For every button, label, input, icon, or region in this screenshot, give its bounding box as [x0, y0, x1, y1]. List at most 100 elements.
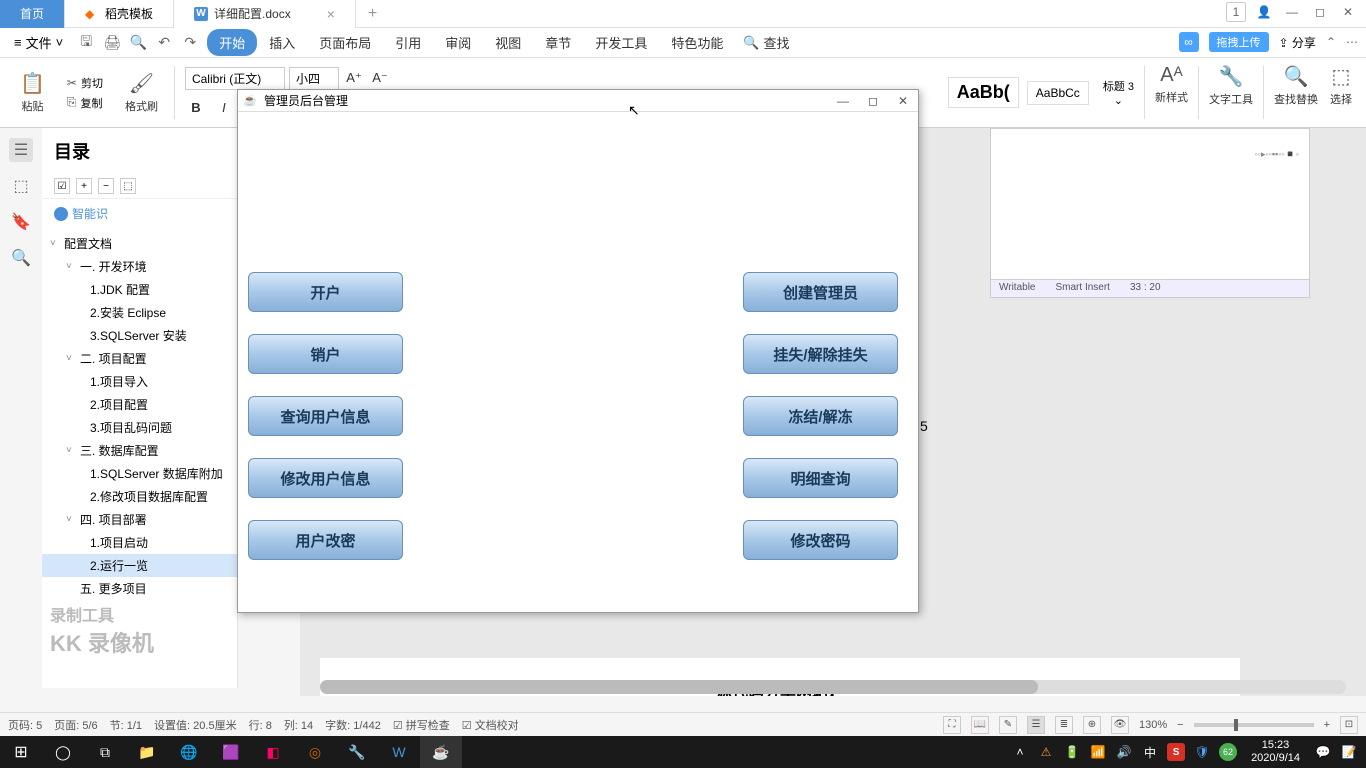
- bold-button[interactable]: B: [185, 96, 207, 118]
- minimize-icon[interactable]: —: [1282, 2, 1302, 22]
- status-section[interactable]: 节: 1/1: [110, 717, 142, 733]
- status-chars[interactable]: 字数: 1/442: [325, 717, 381, 733]
- shrink-font-icon[interactable]: A⁻: [369, 67, 391, 89]
- preview-icon[interactable]: 🔍: [129, 34, 147, 52]
- start-button[interactable]: ⊞: [0, 736, 42, 768]
- menu-chapter[interactable]: 章节: [533, 29, 583, 56]
- modify-user-button[interactable]: 修改用户信息: [248, 458, 403, 498]
- zoom-out-icon[interactable]: −: [1177, 719, 1183, 731]
- status-page[interactable]: 页面: 5/6: [54, 717, 97, 733]
- menu-review[interactable]: 审阅: [433, 29, 483, 56]
- dialog-close-icon[interactable]: ✕: [888, 90, 918, 112]
- menu-search[interactable]: 🔍查找: [735, 33, 797, 52]
- outline-tool-3[interactable]: −: [98, 178, 114, 194]
- zoom-in-icon[interactable]: +: [1324, 719, 1330, 731]
- tree-s2[interactable]: ˅二. 项目配置: [42, 347, 237, 370]
- outline-tool-1[interactable]: ☑: [54, 178, 70, 194]
- share-button[interactable]: ⇪ 分享: [1279, 34, 1316, 51]
- status-page-no[interactable]: 页码: 5: [8, 717, 42, 733]
- style-aabb3[interactable]: AaBb(: [948, 77, 1019, 108]
- app-icon-1[interactable]: 🟪: [210, 736, 252, 768]
- select-button[interactable]: ⬚选择: [1324, 62, 1358, 123]
- eye-icon[interactable]: 👁: [1111, 716, 1129, 734]
- chevron-down-icon[interactable]: ⌄: [1114, 94, 1123, 107]
- tree-s3-2[interactable]: 2.修改项目数据库配置: [42, 485, 237, 508]
- dialog-minimize-icon[interactable]: —: [828, 90, 858, 112]
- text-tools-button[interactable]: 🔧文字工具: [1203, 62, 1259, 123]
- query-user-button[interactable]: 查询用户信息: [248, 396, 403, 436]
- dialog-titlebar[interactable]: ☕ 管理员后台管理 — ◻ ✕: [238, 90, 918, 112]
- zoom-value[interactable]: 130%: [1139, 719, 1167, 731]
- horizontal-scrollbar[interactable]: [320, 680, 1346, 694]
- zoom-slider[interactable]: [1194, 723, 1314, 727]
- edit-view-icon[interactable]: ✎: [999, 716, 1017, 734]
- menu-special[interactable]: 特色功能: [659, 29, 735, 56]
- java-taskbar-icon[interactable]: ☕: [420, 736, 462, 768]
- format-painter-button[interactable]: 🖌格式刷: [119, 69, 164, 116]
- user-change-pwd-button[interactable]: 用户改密: [248, 520, 403, 560]
- tray-badge[interactable]: 62: [1219, 743, 1237, 761]
- save-icon[interactable]: 🖫: [77, 34, 95, 52]
- menu-layout[interactable]: 页面布局: [307, 29, 383, 56]
- font-select[interactable]: Calibri (正文): [185, 67, 285, 90]
- find-replace-button[interactable]: 🔍查找替换: [1268, 62, 1324, 123]
- cortana-icon[interactable]: ◯: [42, 736, 84, 768]
- scrollbar-thumb[interactable]: [320, 680, 1038, 694]
- status-row[interactable]: 行: 8: [249, 717, 272, 733]
- explorer-icon[interactable]: 📁: [126, 736, 168, 768]
- chrome-icon[interactable]: 🌐: [168, 736, 210, 768]
- fit-icon[interactable]: ⊡: [1340, 716, 1358, 734]
- wps-icon[interactable]: W: [378, 736, 420, 768]
- report-lost-button[interactable]: 挂失/解除挂失: [743, 334, 898, 374]
- style-gallery[interactable]: AaBb( AaBbCc: [940, 62, 1097, 123]
- fontsize-select[interactable]: 小四: [289, 67, 339, 90]
- taskview-icon[interactable]: ⧉: [84, 736, 126, 768]
- tab-document[interactable]: W详细配置.docx×: [174, 0, 356, 28]
- tray-wifi-icon[interactable]: 📶: [1089, 743, 1107, 761]
- outline-tool-4[interactable]: ⬚: [120, 178, 136, 194]
- reading-view-icon[interactable]: 📖: [971, 716, 989, 734]
- menu-start[interactable]: 开始: [207, 29, 257, 56]
- create-admin-button[interactable]: 创建管理员: [743, 272, 898, 312]
- app-icon-3[interactable]: 🔧: [336, 736, 378, 768]
- intellij-icon[interactable]: ◧: [252, 736, 294, 768]
- status-col[interactable]: 列: 14: [284, 717, 313, 733]
- bookmark-tab-icon[interactable]: 🔖: [9, 210, 33, 234]
- redo-icon[interactable]: ↷: [181, 34, 199, 52]
- collapse-ribbon-icon[interactable]: ⌃: [1326, 35, 1336, 49]
- tab-add[interactable]: +: [356, 5, 389, 23]
- page-view-icon[interactable]: ☰: [1027, 716, 1045, 734]
- outline-tab-icon[interactable]: ☰: [9, 138, 33, 162]
- print-icon[interactable]: 🖨: [103, 34, 121, 52]
- tree-root[interactable]: ˅配置文档: [42, 232, 237, 255]
- outline-view-icon[interactable]: ≣: [1055, 716, 1073, 734]
- undo-icon[interactable]: ↶: [155, 34, 173, 52]
- tree-s3[interactable]: ˅三. 数据库配置: [42, 439, 237, 462]
- freeze-button[interactable]: 冻结/解冻: [743, 396, 898, 436]
- dialog-maximize-icon[interactable]: ◻: [858, 90, 888, 112]
- status-setval[interactable]: 设置值: 20.5厘米: [154, 717, 237, 733]
- tray-battery-icon[interactable]: 🔋: [1063, 743, 1081, 761]
- close-icon[interactable]: ×: [327, 6, 335, 22]
- more-icon[interactable]: ⋯: [1346, 35, 1358, 49]
- tray-notes-icon[interactable]: 📝: [1340, 743, 1358, 761]
- tray-ime-lang[interactable]: 中: [1141, 743, 1159, 761]
- tray-notify-icon[interactable]: 💬: [1314, 743, 1332, 761]
- tree-s5[interactable]: 五. 更多项目: [42, 577, 237, 600]
- tree-s4-1[interactable]: 1.项目启动: [42, 531, 237, 554]
- cut-button[interactable]: ✂剪切: [63, 73, 107, 93]
- menu-devtools[interactable]: 开发工具: [583, 29, 659, 56]
- tray-chevron-icon[interactable]: ˄: [1011, 743, 1029, 761]
- menu-insert[interactable]: 插入: [257, 29, 307, 56]
- detail-query-button[interactable]: 明细查询: [743, 458, 898, 498]
- menu-hamburger[interactable]: ≡ 文件 ˅: [8, 33, 69, 52]
- style-aabb4[interactable]: AaBbCc: [1027, 81, 1089, 105]
- tree-s2-2[interactable]: 2.项目配置: [42, 393, 237, 416]
- tab-template[interactable]: ◆稻壳模板: [65, 0, 174, 28]
- tray-volume-icon[interactable]: 🔊: [1115, 743, 1133, 761]
- open-account-button[interactable]: 开户: [248, 272, 403, 312]
- window-count-icon[interactable]: 1: [1226, 2, 1246, 22]
- page-tab-icon[interactable]: ⬚: [9, 174, 33, 198]
- paste-button[interactable]: 📋粘贴: [14, 69, 51, 116]
- tree-s4[interactable]: ˅四. 项目部署: [42, 508, 237, 531]
